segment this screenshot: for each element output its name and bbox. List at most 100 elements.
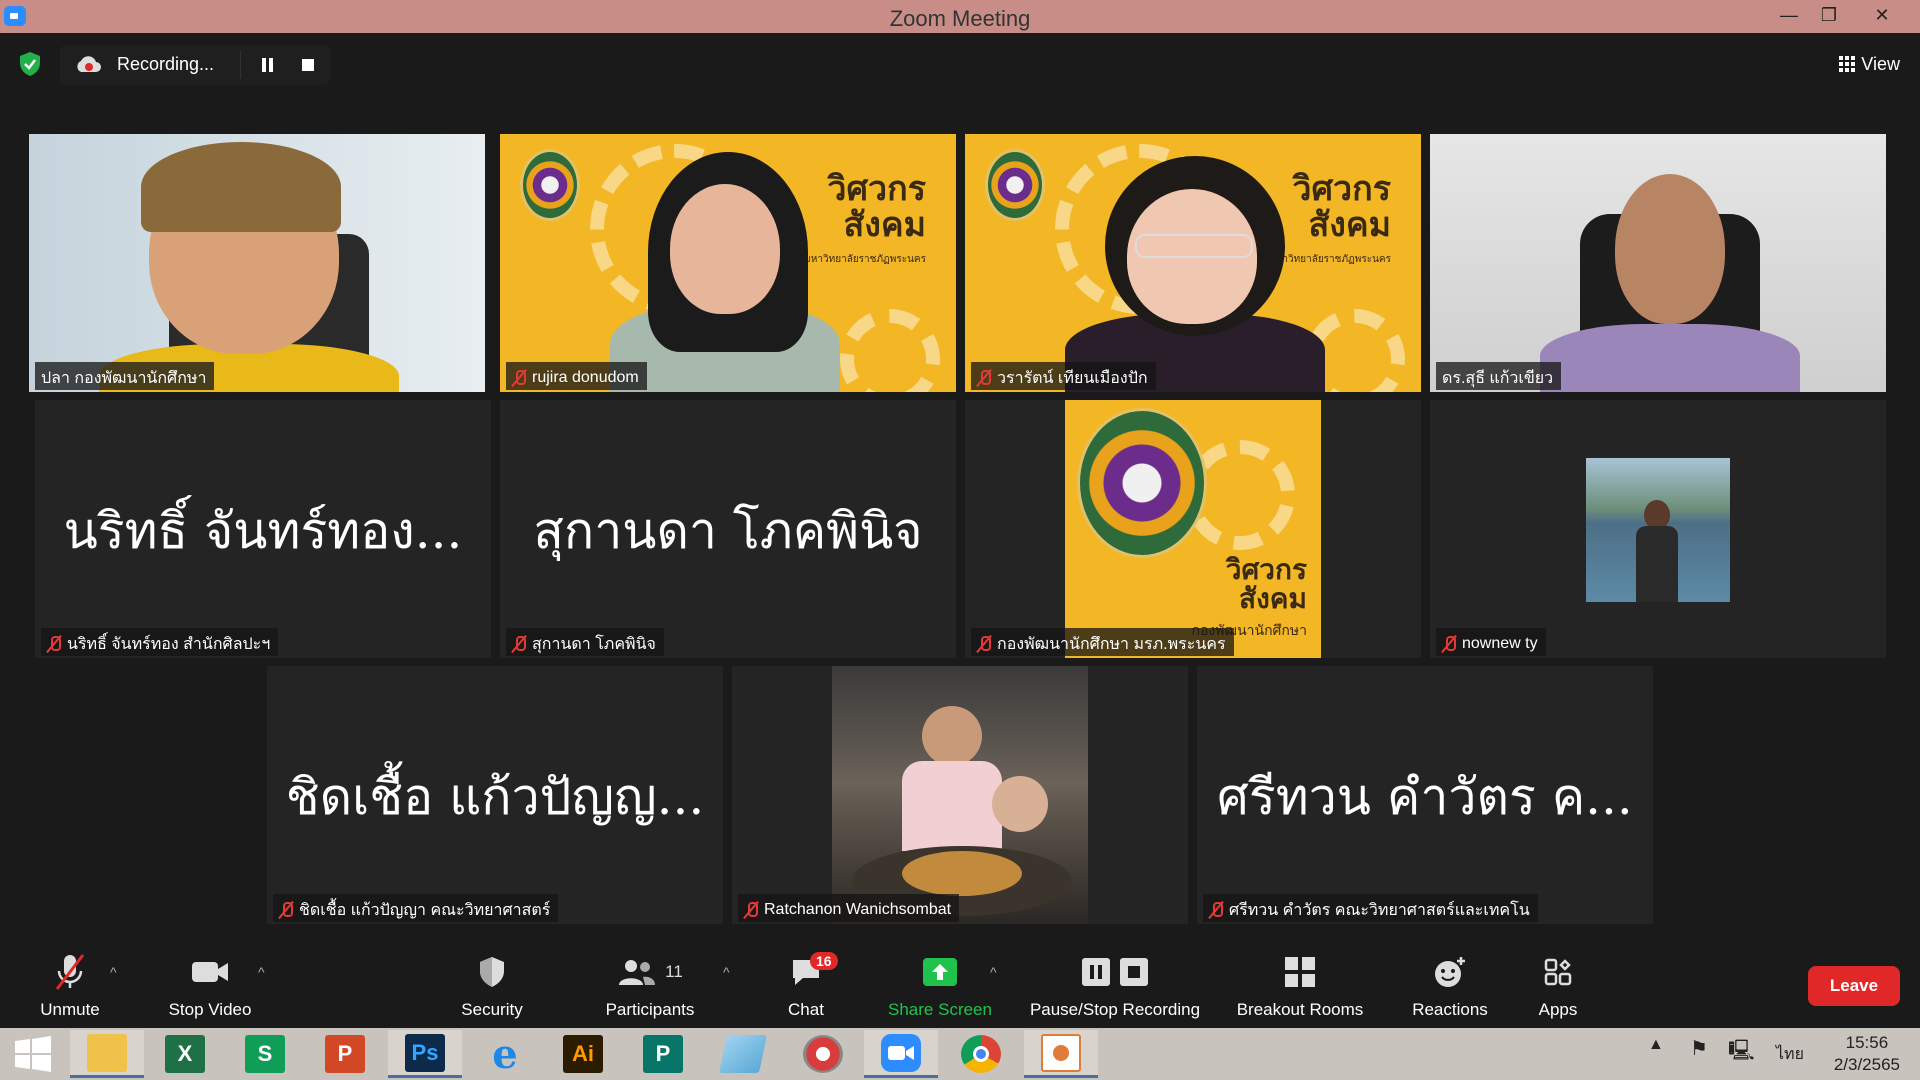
university-label: มหาวิทยาลัยราชภัฏพระนคร <box>1269 254 1391 265</box>
participant-name-tag: ปลา กองพัฒนานักศึกษา <box>35 362 215 390</box>
participant-display-name: ศรีทวน คำวัตร ค... <box>1217 768 1633 826</box>
organization-logo-video: วิศวกร สังคม กองพัฒนานักศึกษา <box>1065 400 1321 658</box>
language-indicator[interactable]: ไทย <box>1776 1042 1804 1067</box>
audio-options-caret[interactable]: ^ <box>110 964 117 980</box>
video-tile-1[interactable]: ปลา กองพัฒนานักศึกษา <box>29 134 485 392</box>
muted-mic-icon <box>512 369 526 387</box>
muted-mic-icon <box>977 369 991 387</box>
participant-display-name: สุกานดา โภคพินิจ <box>533 502 923 560</box>
participant-display-name: ชิดเชื้อ แก้วปัญญ... <box>285 768 705 826</box>
grid-view-icon <box>1839 56 1856 72</box>
encryption-shield-icon[interactable] <box>18 51 42 77</box>
video-tile-4[interactable]: ดร.สุธี แก้วเขียว <box>1430 134 1886 392</box>
video-tile-9[interactable]: ชิดเชื้อ แก้วปัญญ... ชิดเชื้อ แก้วปัญญา … <box>267 666 723 924</box>
taskbar-photoshop[interactable]: Ps <box>388 1030 462 1078</box>
video-tile-10[interactable]: Ratchanon Wanichsombat <box>732 666 1188 924</box>
participant-name: ปลา กองพัฒนานักศึกษา <box>41 369 207 387</box>
chat-label: Chat <box>788 1000 824 1019</box>
taskbar-file-explorer[interactable] <box>70 1030 144 1078</box>
reactions-button[interactable]: Reactions <box>1400 952 1500 1020</box>
photoscape-icon <box>803 1035 843 1073</box>
apps-label: Apps <box>1538 1000 1578 1019</box>
participant-avatar <box>1586 458 1730 602</box>
restore-button[interactable]: ❐ <box>1807 0 1851 33</box>
reactions-label: Reactions <box>1412 1000 1488 1019</box>
participants-button[interactable]: 11 Participants <box>600 952 700 1020</box>
pause-stop-recording-button[interactable]: Pause/Stop Recording <box>1020 952 1210 1020</box>
taskbar-office-lens[interactable] <box>1024 1030 1098 1078</box>
video-camera-icon <box>192 962 228 982</box>
participants-options-caret[interactable]: ^ <box>723 964 730 980</box>
brand-line-2: สังคม <box>843 204 926 245</box>
action-center-flag-icon[interactable]: ⚑ <box>1690 1036 1708 1061</box>
taskbar-powerpoint[interactable]: P <box>308 1030 382 1078</box>
muted-microphone-icon <box>55 954 85 990</box>
stop-icon <box>1120 958 1148 986</box>
muted-mic-icon <box>47 635 61 653</box>
unmute-button[interactable]: Unmute <box>30 952 110 1020</box>
apps-icon <box>1544 958 1572 986</box>
notes-icon <box>718 1035 768 1073</box>
participant-name: กองพัฒนานักศึกษา มรภ.พระนคร <box>997 635 1226 653</box>
taskbar-excel[interactable]: X <box>148 1030 222 1078</box>
show-hidden-icons-button[interactable]: ▲ <box>1648 1036 1664 1054</box>
video-tile-11[interactable]: ศรีทวน คำวัตร ค... ศรีทวน คำวัตร คณะวิทย… <box>1197 666 1653 924</box>
taskbar-clock[interactable]: 15:56 2/3/2565 <box>1834 1032 1900 1076</box>
participant-video <box>832 666 1088 924</box>
taskbar-notes[interactable] <box>706 1030 780 1078</box>
pause-stop-recording-label: Pause/Stop Recording <box>1029 1000 1201 1019</box>
participant-name-tag: ชิดเชื้อ แก้วปัญญา คณะวิทยาศาสตร์ <box>273 894 559 922</box>
video-options-caret[interactable]: ^ <box>258 964 265 980</box>
breakout-rooms-button[interactable]: Breakout Rooms <box>1228 952 1372 1020</box>
taskbar-photoscape[interactable] <box>786 1030 860 1078</box>
share-screen-button[interactable]: Share Screen <box>880 952 1000 1020</box>
taskbar-zoom[interactable] <box>864 1030 938 1078</box>
taskbar-publisher[interactable]: P <box>626 1030 700 1078</box>
muted-mic-icon <box>512 635 526 653</box>
participant-name-tag: nownew ty <box>1436 628 1546 656</box>
participant-name: ศรีทวน คำวัตร คณะวิทยาศาสตร์และเทคโน <box>1229 901 1530 919</box>
cloud-recording-icon <box>77 56 101 72</box>
security-button[interactable]: Security <box>452 952 532 1020</box>
taskbar-internet-explorer[interactable]: e <box>468 1030 542 1078</box>
excel-icon: X <box>165 1035 205 1073</box>
participants-label: Participants <box>605 1000 695 1019</box>
participant-name: nownew ty <box>1462 635 1538 652</box>
video-tile-7[interactable]: วิศวกร สังคม กองพัฒนานักศึกษา กองพัฒนานัก… <box>965 400 1421 658</box>
participant-name: ชิดเชื้อ แก้วปัญญา คณะวิทยาศาสตร์ <box>299 901 551 919</box>
video-tile-8[interactable]: nownew ty <box>1430 400 1886 658</box>
minimize-button[interactable]: — <box>1767 0 1811 33</box>
leave-button[interactable]: Leave <box>1808 966 1900 1006</box>
stop-video-button[interactable]: Stop Video <box>160 952 260 1020</box>
taskbar-illustrator[interactable]: Ai <box>546 1030 620 1078</box>
participants-icon <box>619 960 656 985</box>
video-tile-3[interactable]: วิศวกร สังคม มหาวิทยาลัยราชภัฏพระนคร วราร… <box>965 134 1421 392</box>
participant-name-tag: rujira donudom <box>506 362 647 390</box>
brand-line-1: วิศวกร <box>1292 169 1391 209</box>
participants-count: 11 <box>665 962 683 981</box>
recording-indicator: Recording... <box>60 45 330 85</box>
video-tile-2[interactable]: วิศวกร สังคม มหาวิทยาลัยราชภัฏพระนคร ruji… <box>500 134 956 392</box>
unmute-label: Unmute <box>40 1000 100 1019</box>
taskbar-chrome[interactable] <box>944 1030 1018 1078</box>
share-options-caret[interactable]: ^ <box>990 964 997 980</box>
start-button[interactable] <box>0 1030 66 1078</box>
stop-recording-button[interactable] <box>296 53 320 77</box>
pause-recording-button[interactable] <box>256 53 280 77</box>
participant-name-tag: วรารัตน์ เทียนเมืองปัก <box>971 362 1156 390</box>
close-button[interactable]: ✕ <box>1860 0 1904 33</box>
view-button[interactable]: View <box>1839 49 1900 79</box>
network-icon[interactable]: 🖳 <box>1728 1036 1755 1070</box>
taskbar-sway[interactable]: S <box>228 1030 302 1078</box>
apps-button[interactable]: Apps <box>1528 952 1588 1020</box>
breakout-rooms-label: Breakout Rooms <box>1236 1000 1364 1019</box>
illustrator-icon: Ai <box>563 1035 603 1073</box>
participant-name-tag: นริทธิ์ จันทร์ทอง สำนักศิลปะฯ <box>41 628 279 656</box>
participant-name-tag: สุกานดา โภคพินิจ <box>506 628 664 656</box>
zoom-icon <box>881 1033 921 1072</box>
video-tile-5[interactable]: นริทธิ์ จันทร์ทอง... นริทธิ์ จันทร์ทอง ส… <box>35 400 491 658</box>
chat-button[interactable]: Chat 16 <box>776 952 838 1020</box>
meeting-toolbar: Unmute ^ Stop Video ^ Security 11 Partic… <box>0 948 1920 1028</box>
video-tile-6[interactable]: สุกานดา โภคพินิจ สุกานดา โภคพินิจ <box>500 400 956 658</box>
pause-icon <box>1082 958 1110 986</box>
